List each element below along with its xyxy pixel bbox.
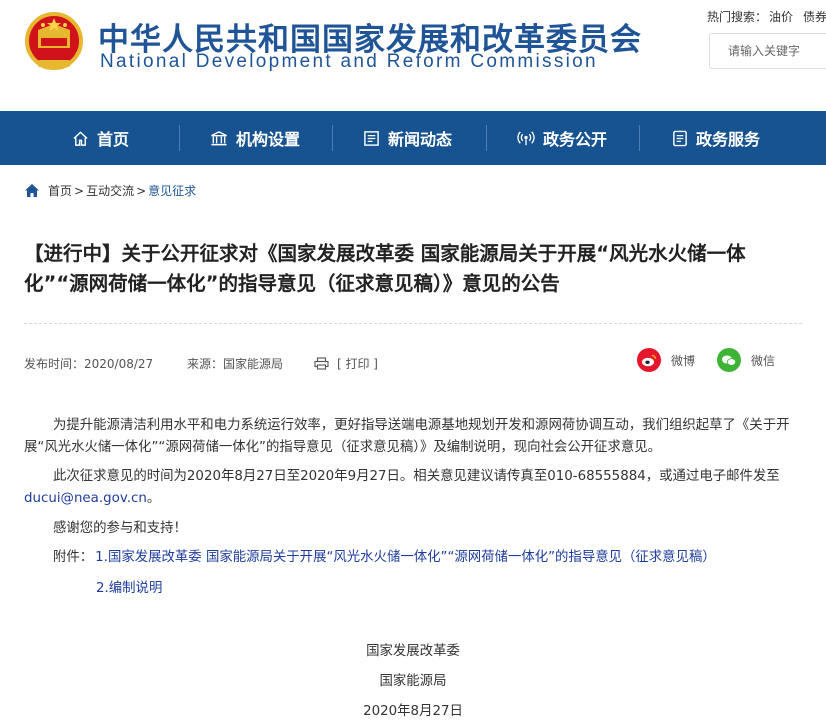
search-input[interactable] <box>709 33 826 69</box>
signature-date: 2020年8月27日 <box>363 704 463 719</box>
paragraph-text: 。 <box>146 491 161 506</box>
breadcrumb-separator: > <box>74 183 85 198</box>
nav-item-home[interactable]: 首页 <box>72 111 129 165</box>
newspaper-icon <box>364 130 379 146</box>
nav-divider <box>486 125 487 151</box>
home-icon <box>73 130 88 146</box>
nav-divider <box>179 125 180 151</box>
breadcrumb: 首页 > 互动交流 > 意见征求 <box>24 182 196 199</box>
article-paragraph: 此次征求意见的时间为2020年8月27日至2020年9月27日。相关意见建议请传… <box>24 466 802 510</box>
print-button[interactable]: [ 打印 ] <box>314 355 378 372</box>
nav-label: 机构设置 <box>236 130 301 149</box>
print-label: [ 打印 ] <box>337 357 378 371</box>
article-paragraph: 为提升能源清洁利用水平和电力系统运行效率，更好指导送端电源基地规划开发和源网荷协… <box>24 418 790 455</box>
national-emblem-logo <box>25 12 83 70</box>
signature-ndrc: 国家发展改革委 <box>366 644 460 659</box>
publish-time: 发布时间：2020/08/27 <box>24 357 154 371</box>
nav-divider <box>639 125 640 151</box>
attachment-label: 附件： <box>53 550 94 565</box>
wechat-icon <box>717 348 741 372</box>
hot-search: 热门搜索： 油价 债券 <box>707 8 826 25</box>
breadcrumb-current[interactable]: 意见征求 <box>148 182 196 199</box>
page-title: 【进行中】关于公开征求对《国家发展改革委 国家能源局关于开展“风光水火储一体化”… <box>24 242 746 295</box>
attachment-link[interactable]: 1.国家发展改革委 国家能源局关于开展“风光水火储一体化”“源网荷储一体化”的指… <box>95 550 716 565</box>
email-link[interactable]: ducui@nea.gov.cn <box>24 491 147 506</box>
share-weibo-label: 微博 <box>671 353 696 368</box>
share-weibo-button[interactable]: 微博 <box>637 348 695 372</box>
divider <box>24 323 802 324</box>
hot-search-label: 热门搜索： <box>707 10 768 24</box>
nav-item-gov-affairs[interactable]: 政务公开 <box>517 111 607 165</box>
paragraph-text: 此次征求意见的时间为2020年8月27日至2020年9月27日。相关意见建议请传… <box>53 469 780 484</box>
article-paragraph: 感谢您的参与和支持！ <box>53 521 187 536</box>
nav-item-gov-services[interactable]: 政务服务 <box>672 111 760 165</box>
nav-item-organization[interactable]: 机构设置 <box>210 111 300 165</box>
home-icon <box>25 184 39 197</box>
breadcrumb-link-home[interactable]: 首页 <box>48 182 72 199</box>
attachment-link[interactable]: 2.编制说明 <box>96 581 162 596</box>
attachments: 附件： 1.国家发展改革委 国家能源局关于开展“风光水火储一体化”“源网荷储一体化… <box>53 547 716 569</box>
nav-item-news[interactable]: 新闻动态 <box>363 111 452 165</box>
site-title-en[interactable]: National Development and Reform Commissi… <box>100 51 598 73</box>
breadcrumb-link-interaction[interactable]: 互动交流 <box>86 182 134 199</box>
share-wechat-button[interactable]: 微信 <box>717 348 775 372</box>
printer-icon <box>314 357 329 370</box>
share-wechat-label: 微信 <box>751 353 776 368</box>
nav-label: 首页 <box>97 130 130 149</box>
nav-divider <box>332 125 333 151</box>
nav-label: 政务服务 <box>696 130 761 149</box>
nav-label: 新闻动态 <box>388 130 453 149</box>
article-source: 来源：国家能源局 <box>187 357 284 371</box>
signature-nea: 国家能源局 <box>379 674 447 689</box>
main-nav: 首页 机构设置 新闻动态 政务公开 政务服务 <box>0 111 826 165</box>
hot-term-link[interactable]: 债券 <box>803 10 826 24</box>
attachments: 2.编制说明 <box>96 578 162 600</box>
document-icon <box>673 130 687 146</box>
broadcast-icon <box>517 130 535 145</box>
building-icon <box>211 130 227 145</box>
hot-term-link[interactable]: 油价 <box>769 10 793 24</box>
nav-label: 政务公开 <box>543 130 608 149</box>
weibo-icon <box>637 348 661 372</box>
breadcrumb-separator: > <box>136 183 147 198</box>
site-header: 中华人民共和国国家发展和改革委员会 National Development a… <box>0 0 826 111</box>
